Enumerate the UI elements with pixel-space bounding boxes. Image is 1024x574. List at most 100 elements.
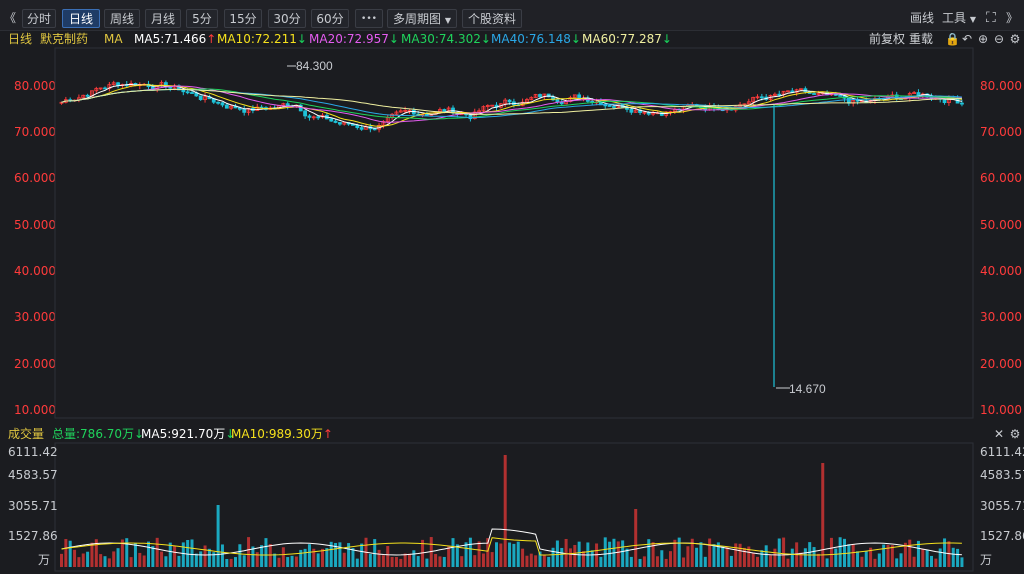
volume-bar	[290, 555, 294, 567]
candle-body	[329, 118, 334, 122]
volume-bar	[86, 551, 90, 567]
volume-bar	[621, 540, 625, 567]
volume-bar	[934, 558, 938, 567]
volume-bar	[960, 557, 964, 567]
volume-bar	[190, 539, 194, 567]
volume-tick: 4583.57	[8, 468, 58, 482]
volume-bar	[338, 542, 342, 567]
volume-bar	[325, 548, 329, 567]
volume-bar	[173, 545, 177, 567]
volume-bar	[477, 541, 481, 567]
volume-bar	[677, 537, 681, 567]
volume-bar	[351, 548, 355, 567]
volume-bar	[238, 544, 242, 567]
volume-bar	[825, 558, 829, 567]
volume-bar	[625, 548, 629, 567]
volume-ma5-line	[61, 528, 962, 556]
volume-bar	[925, 549, 929, 567]
volume-bar	[442, 556, 446, 567]
volume-bar	[895, 558, 899, 567]
candle-body	[355, 125, 360, 129]
volume-tick: 4583.57	[980, 468, 1024, 482]
volume-bar	[534, 555, 538, 567]
volume-bar	[273, 553, 277, 567]
volume-bar	[377, 549, 381, 567]
volume-bar	[956, 548, 960, 567]
close-icon[interactable]: ✕	[992, 426, 1006, 442]
candle-body	[577, 94, 582, 99]
volume-bar	[751, 552, 755, 567]
volume-bar	[816, 553, 820, 567]
volume-bar	[899, 553, 903, 567]
candle-body	[337, 122, 342, 125]
volume-bar	[669, 551, 672, 567]
volume-unit: 万	[38, 553, 51, 567]
candle-body	[629, 108, 634, 113]
volume-ma5: MA5:921.70万↓	[141, 426, 235, 442]
volume-bar	[582, 551, 585, 567]
volume-bar	[438, 556, 442, 567]
volume-bar	[355, 558, 359, 567]
volume-bar	[551, 547, 555, 567]
volume-bar	[512, 543, 516, 567]
settings-icon[interactable]: ⚙	[1008, 426, 1022, 442]
volume-bar	[834, 548, 838, 567]
candle-body	[411, 109, 416, 115]
volume-bar	[877, 553, 881, 567]
volume-ma5-text: MA5:921.70万	[141, 427, 226, 441]
candle-body	[942, 98, 947, 104]
volume-bar	[634, 509, 638, 567]
volume-bar	[286, 557, 290, 567]
candle-body	[242, 108, 247, 113]
volume-bar	[912, 556, 916, 567]
volume-bar	[603, 537, 607, 567]
volume-bar	[168, 542, 172, 567]
volume-bar	[260, 545, 264, 567]
volume-bar	[103, 556, 107, 567]
volume-info-bar: 成交量 总量:786.70万↓ MA5:921.70万↓ MA10:989.30…	[0, 426, 1024, 442]
volume-bar	[64, 539, 68, 567]
volume-bar	[921, 548, 925, 567]
volume-bar	[930, 555, 933, 567]
kline-chart[interactable]: 14.670 84.300	[0, 0, 1024, 574]
volume-bar	[390, 556, 394, 567]
volume-bar	[873, 558, 877, 567]
volume-bar	[568, 548, 572, 567]
candle-body	[960, 102, 964, 105]
volume-bar	[425, 558, 429, 567]
candle-body	[777, 93, 782, 96]
volume-bar	[220, 544, 224, 567]
volume-bar	[503, 455, 507, 567]
volume-bar	[908, 539, 912, 567]
volume-tick: 6111.42	[8, 445, 58, 459]
volume-label: 成交量	[8, 427, 45, 441]
volume-bar	[177, 555, 181, 567]
volume-bar	[434, 554, 438, 567]
candle-body	[307, 115, 312, 118]
volume-bar	[590, 550, 594, 567]
volume-bar	[77, 557, 81, 567]
volume-bar	[473, 555, 477, 567]
volume-bar	[856, 551, 860, 567]
volume-bar	[112, 551, 116, 567]
volume-bar	[803, 548, 807, 567]
high-marker-label: 84.300	[296, 59, 333, 73]
volume-bar	[725, 546, 729, 567]
volume-bar	[216, 505, 220, 567]
volume-bar	[412, 550, 416, 567]
volume-bar	[647, 539, 651, 567]
candle-body	[759, 96, 764, 99]
volume-bar	[99, 554, 103, 567]
volume-bar	[790, 548, 794, 567]
volume-bar	[225, 558, 229, 567]
volume-unit: 万	[980, 553, 993, 567]
volume-bar	[464, 542, 468, 567]
volume-bar	[664, 558, 668, 567]
volume-bar	[851, 544, 855, 567]
volume-bar	[555, 540, 559, 567]
volume-bar	[495, 542, 498, 567]
volume-bar	[303, 548, 307, 567]
low-marker-label: 14.670	[789, 382, 826, 396]
volume-bar	[642, 556, 646, 567]
volume-bar	[447, 546, 451, 567]
